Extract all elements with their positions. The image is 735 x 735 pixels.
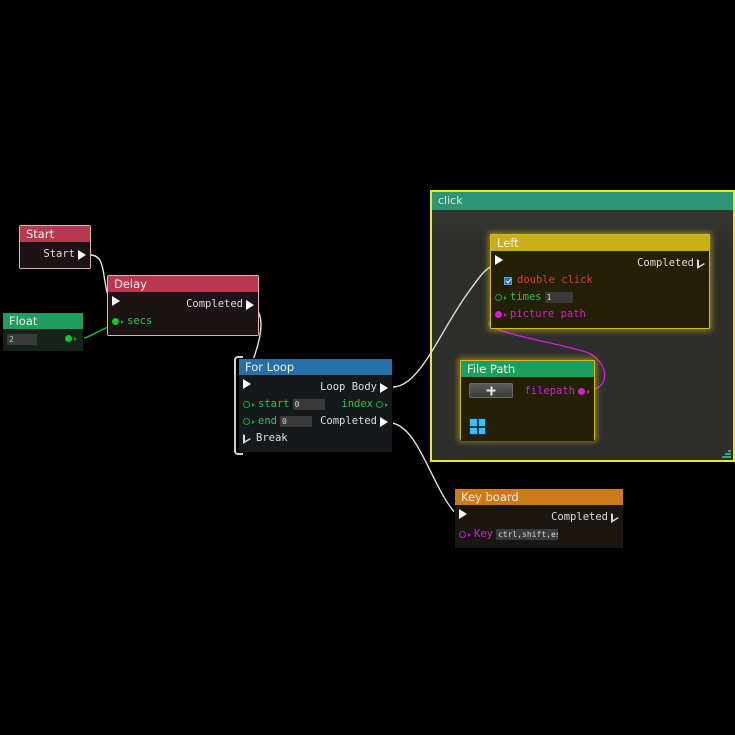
port-label-start: start (258, 398, 290, 410)
node-for-loop-title[interactable]: For Loop (239, 359, 392, 375)
exec-output-icon[interactable] (697, 258, 705, 269)
port-label-loop-body: Loop Body (320, 381, 377, 393)
exec-output-icon[interactable] (611, 512, 619, 523)
data-input-dot-icon[interactable] (112, 318, 119, 325)
port-row-keyboard-exec[interactable]: Completed (455, 509, 623, 526)
node-left[interactable]: Left Completed double click times 1 pict… (490, 234, 710, 329)
data-input-dot-icon[interactable] (243, 401, 250, 408)
group-title[interactable]: click (432, 192, 733, 210)
node-file-path[interactable]: File Path filepath (460, 360, 595, 441)
data-input-arrow-icon (252, 419, 255, 424)
port-row-left-times[interactable]: times 1 (491, 289, 709, 306)
data-input-dot-icon[interactable] (495, 311, 502, 318)
node-start[interactable]: Start Start (20, 226, 90, 268)
double-click-label: double click (517, 274, 593, 286)
node-start-title[interactable]: Start (20, 226, 90, 242)
node-file-path-title[interactable]: File Path (461, 361, 594, 377)
float-value-input[interactable]: 2 (7, 334, 37, 345)
port-label-break: Break (256, 432, 288, 444)
port-label-filepath: filepath (524, 385, 575, 397)
port-row-keyboard-key[interactable]: Key ctrl,shift,esc (455, 526, 623, 543)
port-row-float-value[interactable]: 2 (3, 334, 83, 347)
node-keyboard-body: Completed Key ctrl,shift,esc (455, 505, 623, 548)
port-label-end: end (258, 415, 277, 427)
key-value-input[interactable]: ctrl,shift,esc (495, 529, 558, 540)
browse-file-button[interactable] (469, 383, 513, 398)
port-label-picture-path: picture path (510, 308, 586, 320)
preview-thumbnail[interactable] (469, 418, 486, 435)
port-label-start: Start (43, 248, 75, 260)
port-label-secs: secs (127, 315, 153, 327)
data-output-arrow-icon (74, 336, 77, 341)
double-click-checkbox[interactable] (504, 276, 512, 285)
node-delay[interactable]: Delay Completed secs (108, 276, 258, 335)
node-float-title[interactable]: Float (3, 313, 83, 329)
port-label-key: Key (474, 528, 493, 540)
port-label-delay-completed: Completed (186, 298, 243, 310)
data-input-arrow-icon (504, 295, 507, 300)
exec-input-icon[interactable] (495, 255, 503, 265)
data-input-dot-icon[interactable] (459, 531, 466, 538)
resize-handle-icon[interactable] (722, 449, 731, 458)
node-float-body: 2 (3, 329, 83, 351)
node-delay-body: Completed secs (108, 292, 258, 335)
port-label-left-completed: Completed (637, 257, 694, 269)
port-row-forloop-start[interactable]: start 0 index (239, 396, 392, 413)
node-file-path-body: filepath (461, 377, 594, 441)
exec-input-icon[interactable] (112, 296, 120, 306)
port-row-forloop-exec[interactable]: Loop Body (239, 379, 392, 396)
data-input-arrow-icon (468, 532, 471, 537)
end-value-input[interactable]: 0 (279, 416, 312, 427)
port-label-keyboard-completed: Completed (551, 511, 608, 523)
exec-input-icon[interactable] (243, 379, 251, 389)
data-output-dot-icon[interactable] (65, 335, 72, 342)
node-left-title[interactable]: Left (491, 235, 709, 251)
port-row-filepath[interactable]: filepath (461, 381, 594, 401)
node-keyboard[interactable]: Key board Completed Key ctrl,shift,esc (454, 488, 624, 549)
port-row-delay-exec[interactable]: Completed (108, 296, 258, 313)
exec-output-icon[interactable] (78, 249, 86, 260)
data-input-dot-icon[interactable] (495, 294, 502, 301)
exec-output-completed-icon[interactable] (380, 416, 388, 427)
port-row-start-out[interactable]: Start (20, 246, 90, 263)
start-value-input[interactable]: 0 (292, 399, 325, 410)
data-output-dot-icon[interactable] (578, 388, 585, 395)
node-left-body: Completed double click times 1 picture p… (491, 251, 709, 328)
port-row-delay-secs[interactable]: secs (108, 313, 258, 330)
windows-logo-icon (469, 418, 486, 435)
node-keyboard-title[interactable]: Key board (455, 489, 623, 505)
port-row-left-exec[interactable]: Completed (491, 255, 709, 272)
data-input-dot-icon[interactable] (243, 418, 250, 425)
exec-output-loop-body-icon[interactable] (380, 382, 388, 393)
data-input-arrow-icon (121, 319, 124, 324)
node-for-loop[interactable]: For Loop Loop Body start 0 index end 0 C… (234, 356, 393, 455)
node-start-body: Start (20, 242, 90, 268)
plus-icon (486, 386, 496, 395)
node-graph-canvas[interactable]: click Start Start Float 2 Delay Complete… (0, 0, 735, 735)
data-input-arrow-icon (252, 402, 255, 407)
node-float[interactable]: Float 2 (2, 312, 84, 352)
data-input-arrow-icon (504, 312, 507, 317)
node-for-loop-body: Loop Body start 0 index end 0 Completed … (239, 375, 392, 452)
data-output-arrow-icon (385, 402, 388, 407)
exec-input-icon[interactable] (459, 509, 467, 519)
times-value-input[interactable]: 1 (544, 292, 573, 303)
node-delay-title[interactable]: Delay (108, 276, 258, 292)
port-row-forloop-break[interactable]: Break (239, 430, 392, 447)
port-label-index: index (341, 398, 373, 410)
port-row-forloop-end[interactable]: end 0 Completed (239, 413, 392, 430)
data-output-arrow-icon (587, 389, 590, 394)
exec-output-icon[interactable] (246, 299, 254, 310)
port-row-left-picture-path[interactable]: picture path (491, 306, 709, 323)
data-output-dot-icon[interactable] (376, 401, 383, 408)
port-label-completed: Completed (320, 415, 377, 427)
port-label-times: times (510, 291, 542, 303)
row-double-click[interactable]: double click (491, 272, 709, 289)
exec-input-break-icon[interactable] (243, 433, 251, 444)
